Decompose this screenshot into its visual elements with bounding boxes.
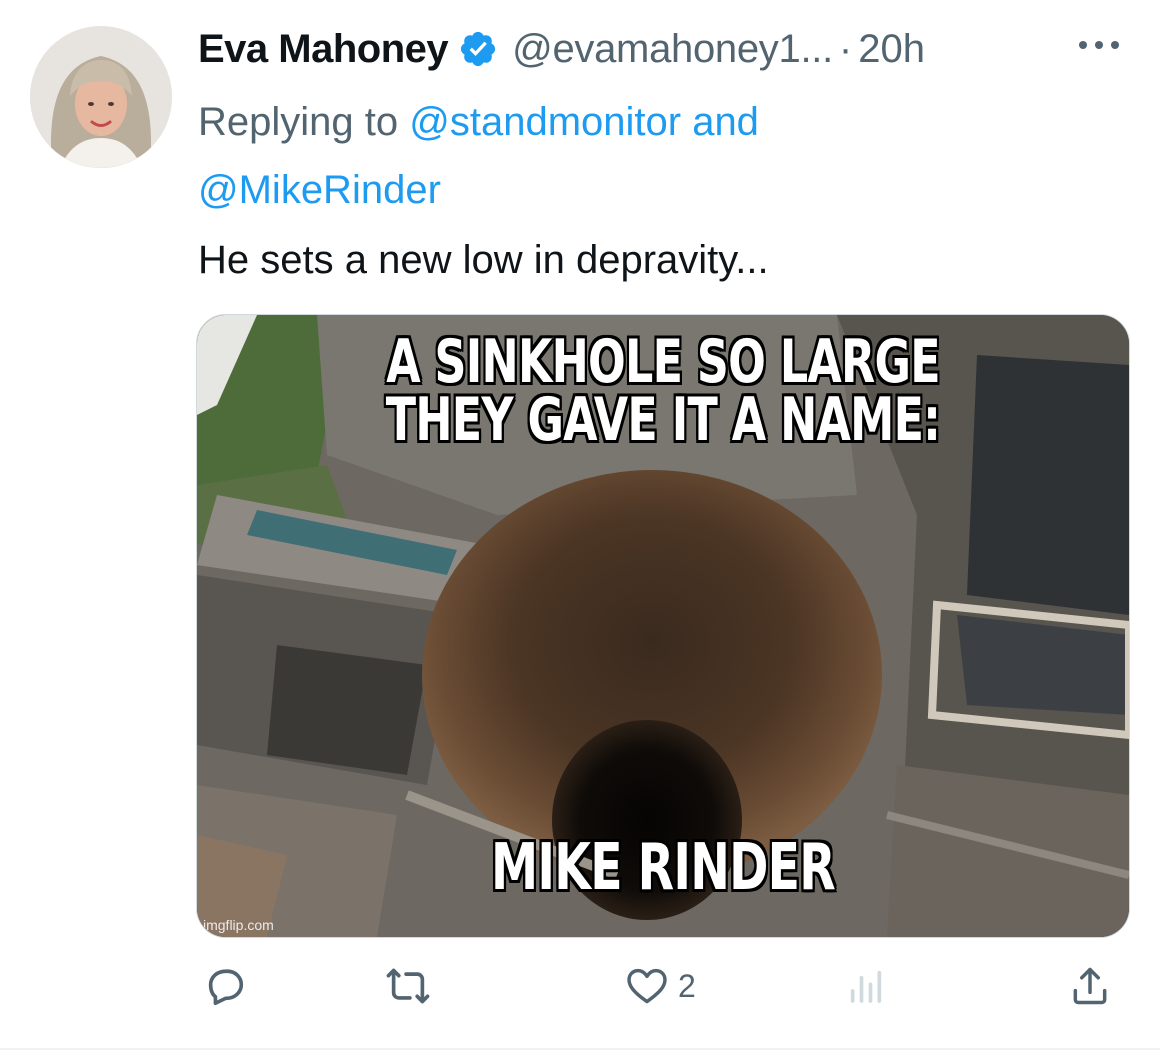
- replying-to-prefix: Replying to: [198, 100, 410, 144]
- avatar[interactable]: [30, 26, 172, 168]
- more-options-icon[interactable]: [1074, 34, 1124, 56]
- tweet-text: He sets a new low in depravity...: [198, 238, 769, 282]
- replying-to-conjunction: and: [681, 100, 759, 144]
- reply-bubble-icon: [202, 963, 248, 1009]
- replying-to: Replying to @standmonitor and @MikeRinde…: [198, 88, 1098, 224]
- tweet-media-image[interactable]: A SINKHOLE SO LARGE THEY GAVE IT A NAME:…: [196, 314, 1130, 938]
- views-button[interactable]: [846, 956, 886, 1016]
- user-handle[interactable]: @evamahoney1...: [512, 27, 833, 72]
- imgflip-watermark: imgflip.com: [203, 917, 274, 933]
- divider: [0, 1048, 1160, 1050]
- mention-link-standmonitor[interactable]: @standmonitor: [409, 100, 681, 144]
- mention-link-mikerinder[interactable]: @MikeRinder: [198, 168, 441, 212]
- tweet-header: Eva Mahoney @evamahoney1... · 20h: [198, 24, 1138, 74]
- reply-button[interactable]: [202, 956, 248, 1016]
- share-upload-icon: [1068, 963, 1112, 1009]
- meme-top-caption-line1: A SINKHOLE SO LARGE: [386, 327, 940, 397]
- meme-bottom-caption: MIKE RINDER: [490, 831, 836, 905]
- tweet-timestamp[interactable]: 20h: [858, 27, 925, 72]
- tweet-actions-bar: 2: [196, 956, 1128, 1016]
- views-chart-icon: [846, 966, 886, 1006]
- verified-badge-icon[interactable]: [458, 29, 498, 69]
- display-name[interactable]: Eva Mahoney: [198, 27, 449, 72]
- tweet[interactable]: Eva Mahoney @evamahoney1... · 20h Replyi…: [0, 0, 1160, 1058]
- meme-top-caption: A SINKHOLE SO LARGE THEY GAVE IT A NAME:: [318, 327, 1008, 455]
- like-count: 2: [678, 967, 696, 1004]
- avatar-photo: [30, 26, 172, 168]
- separator-dot: ·: [838, 26, 853, 71]
- share-button[interactable]: [1068, 956, 1112, 1016]
- heart-icon: [624, 964, 670, 1008]
- retweet-icon: [384, 963, 432, 1009]
- retweet-button[interactable]: [384, 956, 432, 1016]
- like-button[interactable]: 2: [624, 956, 696, 1016]
- meme-top-caption-line2: THEY GAVE IT A NAME:: [385, 385, 941, 455]
